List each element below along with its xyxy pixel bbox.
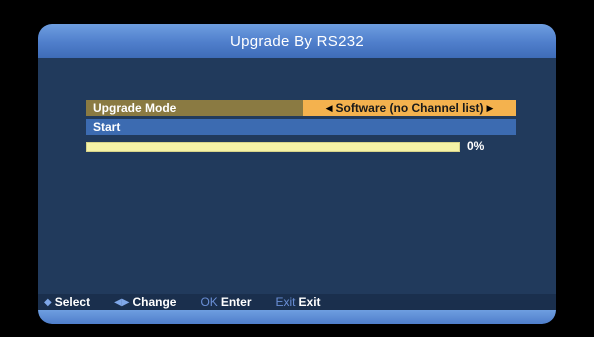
help-bar: ◆ Select ◀▶ Change OK Enter Exit Exit (38, 294, 556, 310)
help-change-label: Change (132, 295, 177, 309)
title-bar: Upgrade By RS232 (38, 24, 556, 58)
upgrade-screen: Upgrade By RS232 Upgrade Mode ◀ Software… (38, 24, 556, 324)
help-select: ◆ Select (44, 295, 90, 309)
exit-key-icon: Exit (275, 295, 296, 309)
bottom-bar (38, 310, 556, 324)
upgrade-mode-row[interactable]: Upgrade Mode ◀ Software (no Channel list… (86, 100, 516, 116)
ok-key-icon: OK (200, 295, 218, 309)
main-panel: Upgrade Mode ◀ Software (no Channel list… (38, 58, 556, 294)
upgrade-mode-value: Software (no Channel list) (335, 101, 484, 115)
upgrade-mode-label: Upgrade Mode (93, 101, 177, 115)
progress-percent: 0% (467, 139, 485, 153)
start-label: Start (93, 120, 121, 134)
help-ok-label: Enter (220, 295, 252, 309)
left-arrow-icon[interactable]: ◀ (326, 103, 333, 114)
page-title: Upgrade By RS232 (229, 32, 365, 50)
help-change: ◀▶ Change (114, 295, 176, 309)
help-exit-label: Exit (298, 295, 321, 309)
help-select-label: Select (54, 295, 91, 309)
upgrade-mode-selector[interactable]: ◀ Software (no Channel list) ▶ (303, 100, 516, 116)
help-exit: Exit Exit (276, 295, 321, 309)
right-arrow-icon[interactable]: ▶ (487, 103, 494, 114)
help-ok: OK Enter (200, 295, 251, 309)
start-row[interactable]: Start (86, 119, 516, 135)
left-right-icon: ◀▶ (114, 296, 130, 308)
progress-bar (86, 142, 460, 152)
up-down-icon: ◆ (44, 296, 52, 308)
